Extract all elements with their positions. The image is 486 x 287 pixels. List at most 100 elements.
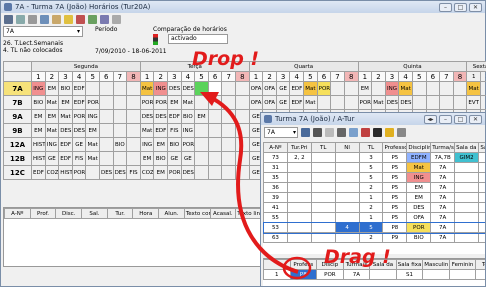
lesson-row[interactable]: 31 5P5Mat7A S1 <box>263 162 485 173</box>
table-icon[interactable] <box>349 128 358 137</box>
lesson-cell[interactable] <box>454 222 480 233</box>
timetable-cell[interactable]: ING <box>139 137 155 152</box>
lesson-cell[interactable]: EDFM <box>406 152 432 163</box>
timetable-cell[interactable]: GE <box>180 151 196 166</box>
lessons-column-header[interactable]: Hora <box>132 208 160 219</box>
sub-bottom-cell[interactable] <box>422 269 450 280</box>
sub-column-header[interactable]: A-Nº <box>263 142 288 153</box>
lesson-cell[interactable]: S1 <box>478 182 485 193</box>
timetable-cell[interactable]: ING <box>31 81 46 96</box>
timetable-cell[interactable] <box>112 151 128 166</box>
lesson-cell[interactable]: OFA <box>406 212 432 223</box>
row-label[interactable]: 12B <box>3 151 32 166</box>
row-label[interactable]: 12A <box>3 137 32 152</box>
lesson-row[interactable]: 732, 2 3P5EDFM7A,7BGIM2S1 <box>263 152 485 163</box>
lesson-cell[interactable]: S1 <box>478 212 485 223</box>
lesson-cell[interactable]: S1 <box>478 162 485 173</box>
timetable-cell[interactable] <box>85 81 100 96</box>
timetable-cell[interactable]: EDF <box>58 151 73 166</box>
lesson-cell[interactable]: P8 <box>382 222 408 233</box>
lesson-cell[interactable]: P5 <box>382 162 408 173</box>
timetable-cell[interactable] <box>98 81 114 96</box>
new-icon[interactable] <box>325 128 334 137</box>
timetable-cell[interactable] <box>452 81 468 96</box>
lesson-cell[interactable] <box>310 232 336 243</box>
timetable-cell[interactable]: DES <box>180 165 196 180</box>
timetable-cell[interactable]: Mat <box>44 123 60 138</box>
timetable-cell[interactable]: BIO <box>58 81 73 96</box>
lesson-cell[interactable] <box>454 182 480 193</box>
lesson-cell[interactable]: 5 <box>358 172 384 183</box>
lesson-cell[interactable]: 3 <box>358 152 384 163</box>
timetable-cell[interactable]: Mat <box>371 95 386 110</box>
timetable-cell[interactable]: GE <box>275 95 291 110</box>
timetable-cell[interactable]: GE <box>275 81 291 96</box>
lesson-row[interactable]: 41 2P5DES7A S1 <box>263 202 485 213</box>
timetable-cell[interactable]: EM <box>85 123 100 138</box>
timetable-cell[interactable]: POR <box>139 95 155 110</box>
lesson-cell[interactable] <box>310 172 336 183</box>
sub-minimize-button[interactable]: – <box>439 114 452 124</box>
lesson-cell[interactable]: 31 <box>263 162 288 173</box>
sub-bottom-cell[interactable]: 1 <box>263 269 291 280</box>
sub-column-header[interactable]: Nl <box>334 142 360 153</box>
lesson-row[interactable]: 36 2P5EM7A S1 <box>263 182 485 193</box>
timetable-cell[interactable]: EDF <box>289 81 305 96</box>
timetable-cell[interactable] <box>126 123 141 138</box>
lesson-cell[interactable]: 7A <box>430 182 456 193</box>
lesson-cell[interactable]: 39 <box>263 192 288 203</box>
row-label[interactable]: 7B <box>3 95 32 110</box>
lesson-cell[interactable]: P5 <box>382 172 408 183</box>
timetable-cell[interactable] <box>112 109 128 124</box>
timetable-cell[interactable]: OFA <box>248 95 264 110</box>
timetable-cell[interactable]: COZ <box>139 165 155 180</box>
lesson-cell[interactable] <box>286 192 312 203</box>
timetable-cell[interactable]: POR <box>167 165 182 180</box>
timetable-cell[interactable] <box>194 137 209 152</box>
timetable-cell[interactable]: DES <box>153 109 169 124</box>
timetable-cell[interactable] <box>194 151 209 166</box>
sub-bottom-header[interactable] <box>263 259 291 270</box>
sub-bottom-header[interactable]: Feminin <box>448 259 477 270</box>
timetable-cell[interactable]: DES <box>384 95 400 110</box>
lesson-cell[interactable] <box>310 162 336 173</box>
timetable-cell[interactable]: DES <box>71 123 87 138</box>
timetable-cell[interactable]: ING <box>180 123 196 138</box>
timetable-cell[interactable] <box>425 95 441 110</box>
timetable-cell[interactable]: DES <box>139 109 155 124</box>
row-label[interactable]: 12C <box>3 165 32 180</box>
lesson-cell[interactable]: S1 <box>478 202 485 213</box>
timetable-cell[interactable]: POR <box>153 95 169 110</box>
lesson-cell[interactable]: 4 <box>334 222 360 233</box>
lesson-cell[interactable] <box>310 202 336 213</box>
lesson-cell[interactable]: 63 <box>263 232 288 243</box>
timetable-cell[interactable] <box>234 123 250 138</box>
grid-icon[interactable] <box>4 14 13 24</box>
filter-icon[interactable] <box>361 128 370 137</box>
lessons-column-header[interactable]: Texto linha-2 <box>235 208 262 219</box>
lesson-cell[interactable] <box>454 202 480 213</box>
timetable-cell[interactable] <box>452 95 468 110</box>
lesson-cell[interactable]: DES <box>406 202 432 213</box>
timetable-cell[interactable]: GE <box>44 151 60 166</box>
timetable-cell[interactable] <box>98 137 114 152</box>
row-label[interactable]: 9B <box>3 123 32 138</box>
sub-bottom-cell[interactable] <box>369 269 397 280</box>
timetable-cell[interactable] <box>207 81 223 96</box>
lesson-cell[interactable]: 73 <box>263 152 288 163</box>
lesson-cell[interactable]: 1 <box>358 212 384 223</box>
sort-icon[interactable] <box>100 14 109 24</box>
lesson-cell[interactable]: P5 <box>382 202 408 213</box>
timetable-cell[interactable]: Mat <box>180 95 196 110</box>
timetable-cell[interactable]: DES <box>167 81 182 96</box>
timetable-cell[interactable]: ING <box>153 81 169 96</box>
close-button[interactable]: ✕ <box>469 2 482 12</box>
timetable-cell[interactable]: EM <box>44 109 60 124</box>
timetable-cell[interactable]: ING <box>384 81 400 96</box>
timetable-cell[interactable]: Mat <box>58 109 73 124</box>
lesson-cell[interactable] <box>454 232 480 243</box>
timetable-cell[interactable]: HIST <box>58 165 73 180</box>
lesson-cell[interactable]: EM <box>406 182 432 193</box>
lesson-cell[interactable]: 36 <box>263 182 288 193</box>
timetable-cell[interactable]: Mat <box>303 81 318 96</box>
